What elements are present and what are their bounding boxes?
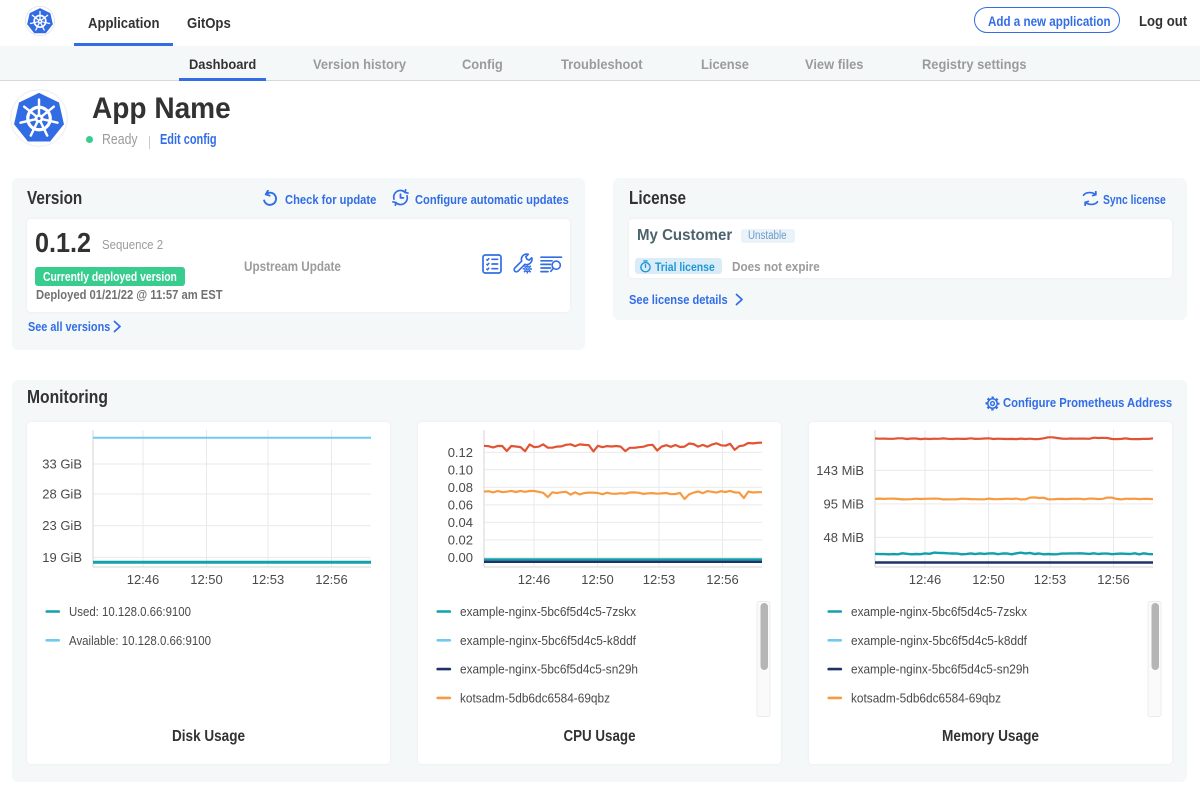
- svg-text:kotsadm-5db6dc6584-69qbz: kotsadm-5db6dc6584-69qbz: [460, 691, 610, 705]
- svg-text:0.12: 0.12: [448, 445, 473, 460]
- svg-text:12:56: 12:56: [1097, 572, 1130, 587]
- svg-text:12:50: 12:50: [972, 572, 1005, 587]
- svg-text:Memory Usage: Memory Usage: [942, 728, 1039, 745]
- svg-text:28 GiB: 28 GiB: [42, 487, 82, 502]
- svg-text:example-nginx-5bc6f5d4c5-7zskx: example-nginx-5bc6f5d4c5-7zskx: [851, 605, 1028, 619]
- svg-text:12:50: 12:50: [190, 572, 223, 587]
- svg-text:12:53: 12:53: [643, 572, 676, 587]
- svg-text:12:46: 12:46: [518, 572, 551, 587]
- svg-text:0.00: 0.00: [448, 550, 473, 565]
- svg-text:example-nginx-5bc6f5d4c5-sn29h: example-nginx-5bc6f5d4c5-sn29h: [851, 663, 1029, 677]
- svg-text:12:53: 12:53: [252, 572, 285, 587]
- svg-text:12:56: 12:56: [315, 572, 348, 587]
- svg-text:example-nginx-5bc6f5d4c5-7zskx: example-nginx-5bc6f5d4c5-7zskx: [460, 605, 637, 619]
- svg-text:0.04: 0.04: [448, 515, 473, 530]
- svg-text:48 MiB: 48 MiB: [824, 530, 864, 545]
- svg-text:Used: 10.128.0.66:9100: Used: 10.128.0.66:9100: [69, 605, 191, 619]
- svg-text:12:53: 12:53: [1034, 572, 1067, 587]
- svg-text:Disk Usage: Disk Usage: [172, 728, 245, 745]
- svg-text:CPU Usage: CPU Usage: [564, 728, 636, 745]
- svg-text:12:46: 12:46: [127, 572, 160, 587]
- svg-text:example-nginx-5bc6f5d4c5-sn29h: example-nginx-5bc6f5d4c5-sn29h: [460, 663, 638, 677]
- svg-text:0.06: 0.06: [448, 497, 473, 512]
- svg-text:12:50: 12:50: [581, 572, 614, 587]
- svg-text:95 MiB: 95 MiB: [824, 496, 864, 511]
- svg-text:143 MiB: 143 MiB: [816, 463, 864, 478]
- svg-text:23 GiB: 23 GiB: [42, 518, 82, 533]
- svg-text:0.02: 0.02: [448, 532, 473, 547]
- svg-text:19 GiB: 19 GiB: [42, 550, 82, 565]
- svg-text:example-nginx-5bc6f5d4c5-k8ddf: example-nginx-5bc6f5d4c5-k8ddf: [460, 634, 636, 648]
- svg-text:12:46: 12:46: [909, 572, 942, 587]
- svg-text:0.08: 0.08: [448, 480, 473, 495]
- svg-text:0.10: 0.10: [448, 462, 473, 477]
- svg-text:12:56: 12:56: [706, 572, 739, 587]
- svg-text:example-nginx-5bc6f5d4c5-k8ddf: example-nginx-5bc6f5d4c5-k8ddf: [851, 634, 1027, 648]
- svg-text:kotsadm-5db6dc6584-69qbz: kotsadm-5db6dc6584-69qbz: [851, 691, 1001, 705]
- svg-text:Available: 10.128.0.66:9100: Available: 10.128.0.66:9100: [69, 634, 211, 648]
- svg-text:33 GiB: 33 GiB: [42, 457, 82, 472]
